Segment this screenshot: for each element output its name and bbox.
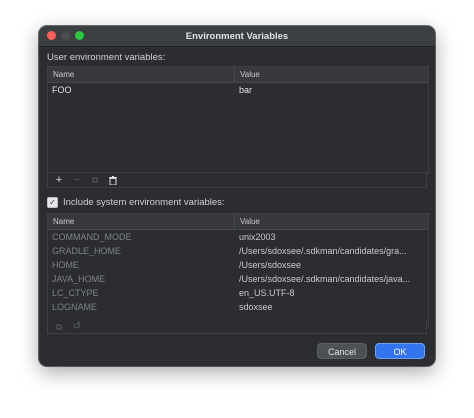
value-column-header[interactable]: Value	[235, 214, 428, 229]
system-table-header: Name Value	[48, 214, 428, 230]
table-row[interactable]: LOGNAME sdoxsee	[48, 300, 428, 314]
trash-icon-glyph	[109, 175, 117, 185]
table-row[interactable]: COMMAND_MODE unix2003	[48, 230, 428, 244]
cancel-button[interactable]: Cancel	[317, 343, 367, 359]
variable-name-cell: COMMAND_MODE	[52, 232, 132, 242]
user-section-label: User environment variables:	[47, 52, 166, 63]
variable-name-cell: LC_CTYPE	[52, 288, 99, 298]
partially-visible-row	[48, 314, 428, 318]
variable-name-cell: GRADLE_HOME	[52, 246, 122, 256]
variable-value-cell[interactable]: bar	[235, 83, 428, 97]
variable-value-cell[interactable]: /Users/sdoxsee	[235, 258, 428, 272]
name-column-header[interactable]: Name	[48, 67, 235, 82]
copy-icon[interactable]: ⧉	[90, 175, 100, 185]
table-row[interactable]: HOME /Users/sdoxsee	[48, 258, 428, 272]
user-table-toolbar: + − ⧉	[47, 172, 427, 188]
system-env-table: Name Value COMMAND_MODE unix2003 GRADLE_…	[47, 213, 429, 327]
variable-name-cell[interactable]: FOO	[48, 83, 235, 97]
table-row[interactable]: FOO bar	[48, 83, 428, 97]
user-env-table: Name Value FOO bar	[47, 66, 429, 174]
value-column-header[interactable]: Value	[235, 67, 428, 82]
include-system-checkbox[interactable]: ✓	[47, 197, 58, 208]
title-bar: Environment Variables	[39, 26, 435, 47]
system-table-toolbar: ⧉ ↺	[47, 320, 427, 334]
copy-icon[interactable]: ⧉	[54, 322, 64, 332]
variable-value-cell[interactable]: /Users/sdoxsee/.sdkman/candidates/java..…	[235, 272, 428, 286]
maximize-window-button[interactable]	[75, 31, 84, 40]
ok-button[interactable]: OK	[375, 343, 425, 359]
variable-name-cell: HOME	[52, 260, 79, 270]
table-row[interactable]: GRADLE_HOME /Users/sdoxsee/.sdkman/candi…	[48, 244, 428, 258]
variable-value-cell[interactable]: /Users/sdoxsee/.sdkman/candidates/gra...	[235, 244, 428, 258]
minimize-window-button[interactable]	[61, 31, 70, 40]
dialog-title: Environment Variables	[185, 30, 289, 42]
trash-icon[interactable]	[108, 175, 118, 185]
include-system-row[interactable]: ✓ Include system environment variables:	[47, 197, 225, 208]
variable-value-cell[interactable]: en_US.UTF-8	[235, 286, 428, 300]
add-icon[interactable]: +	[54, 175, 64, 186]
close-window-button[interactable]	[47, 31, 56, 40]
include-system-label[interactable]: Include system environment variables:	[63, 197, 225, 208]
variable-name-cell: JAVA_HOME	[52, 274, 106, 284]
table-row[interactable]: JAVA_HOME /Users/sdoxsee/.sdkman/candida…	[48, 272, 428, 286]
window-controls	[47, 31, 84, 40]
user-table-header: Name Value	[48, 67, 428, 83]
remove-icon[interactable]: −	[72, 175, 82, 186]
variable-name-cell: LOGNAME	[52, 302, 98, 312]
name-column-header[interactable]: Name	[48, 214, 235, 229]
table-row[interactable]: LC_CTYPE en_US.UTF-8	[48, 286, 428, 300]
variable-value-cell[interactable]: sdoxsee	[235, 300, 428, 314]
reset-icon[interactable]: ↺	[72, 321, 82, 332]
variable-value-cell[interactable]: unix2003	[235, 230, 428, 244]
environment-variables-dialog: Environment Variables User environment v…	[39, 26, 435, 366]
